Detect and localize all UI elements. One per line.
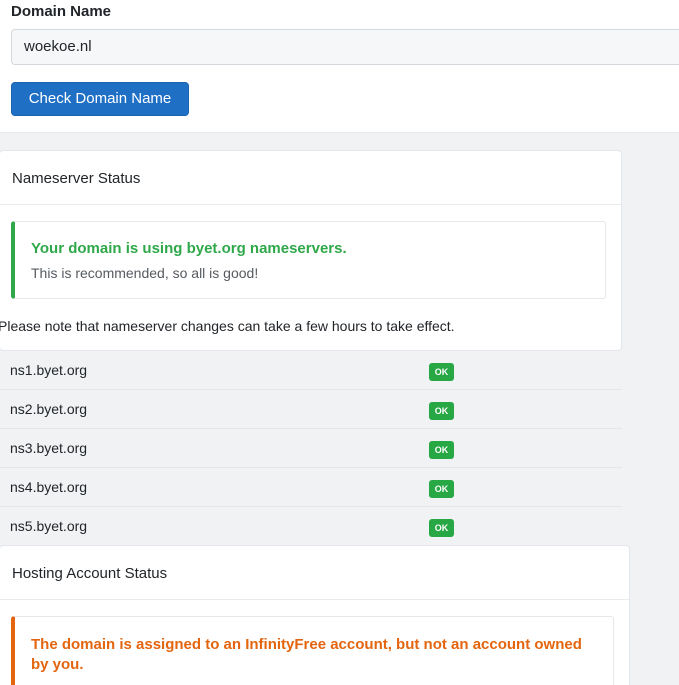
status-badge: OK [429, 441, 454, 459]
nameserver-status-card: Nameserver Status Your domain is using b… [0, 150, 622, 351]
nameserver-row: ns3.byet.org OK [0, 429, 622, 468]
nameserver-note: Please note that nameserver changes can … [0, 318, 455, 334]
alert-title: The domain is assigned to an InfinityFre… [31, 636, 582, 673]
nameserver-list: ns1.byet.org OK ns2.byet.org OK ns3.byet… [0, 351, 622, 546]
domain-name-label: Domain Name [11, 3, 112, 20]
check-domain-button[interactable]: Check Domain Name [11, 82, 189, 116]
status-badge: OK [429, 363, 454, 381]
nameserver-name: ns3.byet.org [10, 440, 88, 456]
nameserver-name: ns4.byet.org [10, 479, 88, 495]
nameserver-name: ns2.byet.org [10, 401, 88, 417]
alert-text: This is recommended, so all is good! [31, 265, 259, 281]
nameserver-row: ns1.byet.org OK [0, 351, 622, 390]
nameserver-row: ns2.byet.org OK [0, 390, 622, 429]
hosting-account-status-card: Hosting Account Status The domain is ass… [0, 545, 630, 685]
nameserver-status-title: Nameserver Status [12, 170, 141, 187]
status-badge: OK [429, 480, 454, 498]
hosting-warning-alert: The domain is assigned to an InfinityFre… [11, 616, 614, 685]
alert-title: Your domain is using byet.org nameserver… [31, 240, 347, 257]
status-badge: OK [429, 402, 454, 420]
nameserver-success-alert: Your domain is using byet.org nameserver… [11, 221, 606, 299]
hosting-status-title: Hosting Account Status [12, 565, 168, 582]
status-badge: OK [429, 519, 454, 537]
domain-name-input[interactable]: woekoe.nl [11, 29, 679, 65]
nameserver-row: ns4.byet.org OK [0, 468, 622, 507]
card-divider [0, 204, 621, 205]
nameserver-name: ns1.byet.org [10, 362, 88, 378]
nameserver-name: ns5.byet.org [10, 518, 88, 534]
card-divider [0, 599, 629, 600]
nameserver-row: ns5.byet.org OK [0, 507, 622, 546]
domain-form-card: Domain Name woekoe.nl Check Domain Name [0, 0, 679, 133]
